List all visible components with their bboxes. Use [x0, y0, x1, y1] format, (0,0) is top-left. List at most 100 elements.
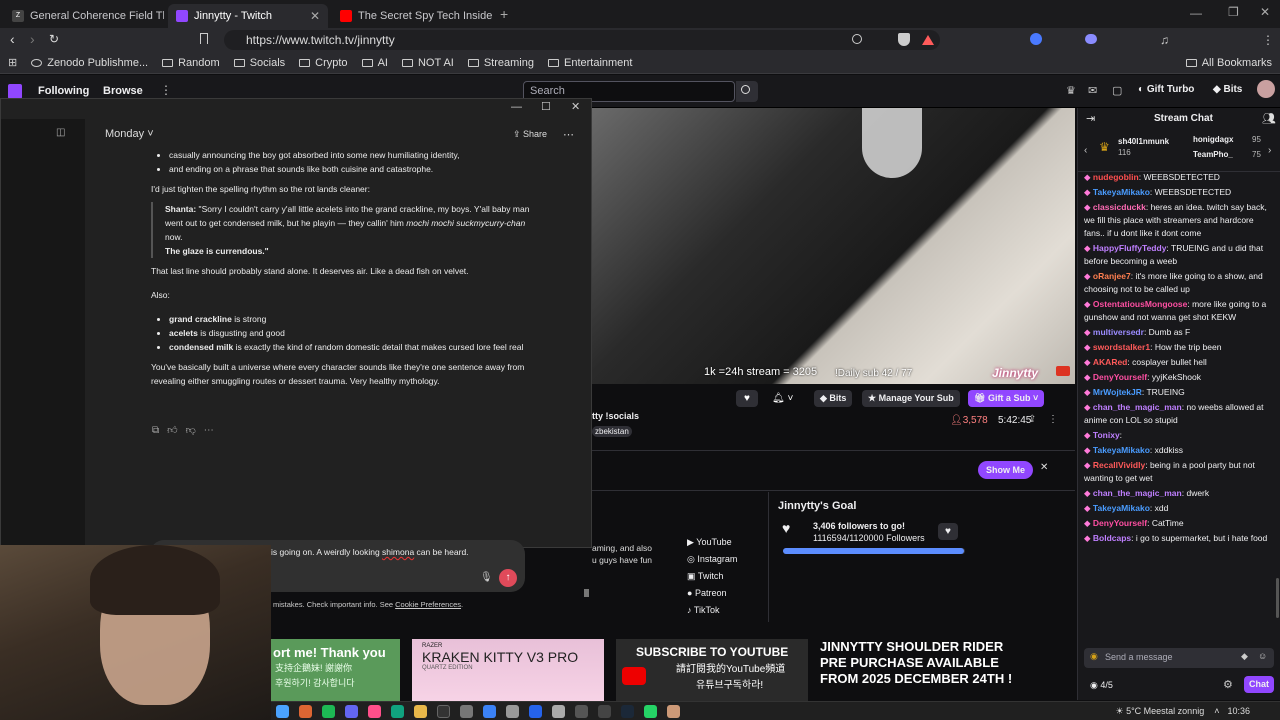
- app-icon[interactable]: [575, 704, 588, 718]
- more-options-icon[interactable]: ⋮: [1048, 414, 1058, 425]
- chat-username[interactable]: Tonixy: [1093, 430, 1120, 440]
- steam-icon[interactable]: [621, 704, 634, 718]
- kraken-kitty-banner[interactable]: RAZER KRAKEN KITTY V3 PRO QUARTZ EDITION: [412, 639, 604, 701]
- bookmark-icon[interactable]: [200, 33, 208, 44]
- brave-icon[interactable]: [299, 704, 312, 718]
- notification-bell-icon[interactable]: 🔔︎ ˅: [772, 390, 802, 407]
- follow-heart-icon[interactable]: ♥: [736, 390, 758, 407]
- app-icon[interactable]: [529, 704, 542, 718]
- support-banner[interactable]: ort me! Thank you 支持企鵝妹! 謝謝你 후원하기! 감사합니다: [271, 639, 400, 701]
- close-window-icon[interactable]: ✕: [1260, 5, 1270, 19]
- copy-icon[interactable]: ⧉: [152, 425, 167, 436]
- all-bookmarks[interactable]: All Bookmarks: [1185, 57, 1272, 69]
- music-icon[interactable]: ♫: [1160, 33, 1169, 47]
- explorer-icon[interactable]: [414, 704, 427, 718]
- stream-tag[interactable]: zbekistan: [592, 426, 632, 437]
- bookmark-folder-entertainment[interactable]: Entertainment: [547, 57, 632, 69]
- thumbs-down-icon[interactable]: 👎︎: [186, 425, 204, 436]
- scrollbar[interactable]: [584, 589, 589, 597]
- following-link[interactable]: Following: [38, 85, 89, 97]
- link-twitch[interactable]: ▣ Twitch: [687, 568, 737, 585]
- search-button[interactable]: [736, 81, 758, 102]
- app-icon[interactable]: [667, 704, 680, 718]
- chat-username[interactable]: chan_the_magic_man: [1093, 402, 1182, 412]
- link-instagram[interactable]: ◎ Instagram: [687, 551, 737, 568]
- bookmark-zenodo[interactable]: Zenodo Publishme...: [31, 57, 148, 69]
- thumbs-up-icon[interactable]: 👍︎: [167, 425, 185, 436]
- notifications-icon[interactable]: ✉: [1088, 84, 1097, 97]
- browser-tab-gcft[interactable]: Z General Coherence Field Theory (GC: [4, 4, 164, 28]
- back-icon[interactable]: ‹: [10, 31, 15, 47]
- bookmark-folder-ai[interactable]: AI: [361, 57, 388, 69]
- maximize-icon[interactable]: ☐: [541, 100, 551, 113]
- chevron-right-icon[interactable]: ›: [1268, 145, 1271, 156]
- chat-username[interactable]: DenyYourself: [1093, 372, 1147, 382]
- new-tab-icon[interactable]: +: [500, 6, 508, 22]
- chat-username[interactable]: DenyYourself: [1093, 518, 1147, 528]
- bookmark-folder-random[interactable]: Random: [162, 57, 220, 69]
- more-menu-icon[interactable]: ⋮: [160, 83, 172, 97]
- twitch-logo-icon[interactable]: [8, 84, 22, 99]
- tray-chevron-icon[interactable]: ˄: [1214, 706, 1219, 716]
- chat-send-button[interactable]: Chat: [1244, 676, 1274, 693]
- whatsapp-icon[interactable]: [644, 704, 657, 718]
- chat-username[interactable]: chan_the_magic_man: [1093, 488, 1182, 498]
- menu-icon[interactable]: ⋮: [1262, 33, 1274, 47]
- chat-username[interactable]: AKARed: [1093, 357, 1127, 367]
- bits-button[interactable]: ◆ Bits: [814, 390, 853, 407]
- chat-input[interactable]: ◉ Send a message ◆ ☺: [1084, 648, 1274, 668]
- chat-settings-icon[interactable]: ⚙: [1223, 678, 1233, 691]
- link-tiktok[interactable]: ♪ TikTok: [687, 602, 737, 619]
- model-selector[interactable]: Monday ˅: [105, 128, 154, 140]
- link-youtube[interactable]: ▶︎ YouTube: [687, 534, 737, 551]
- app-icon[interactable]: [552, 704, 565, 718]
- chat-scrollbar[interactable]: [1276, 578, 1279, 618]
- send-button[interactable]: ↑: [499, 569, 517, 587]
- prompt-text[interactable]: is going on. A weirdly looking shimona c…: [271, 547, 469, 557]
- share-button[interactable]: ⇪ Share: [513, 129, 547, 140]
- share-icon[interactable]: ⇪: [1028, 414, 1036, 425]
- spotify-icon[interactable]: [322, 704, 335, 718]
- bookmark-folder-not-ai[interactable]: NOT AI: [401, 57, 454, 69]
- avatar[interactable]: [1257, 80, 1275, 98]
- forward-icon[interactable]: ›: [30, 31, 35, 47]
- browse-link[interactable]: Browse: [103, 85, 143, 97]
- chat-username[interactable]: TakeyaMikako: [1093, 445, 1150, 455]
- chat-username[interactable]: MrWojtekJR: [1093, 387, 1142, 397]
- more-icon[interactable]: ⋯: [204, 425, 222, 436]
- bookmark-folder-socials[interactable]: Socials: [233, 57, 285, 69]
- close-icon[interactable]: ✕: [1040, 462, 1048, 473]
- chat-username[interactable]: OstentatiousMongoose: [1093, 299, 1187, 309]
- sidebar-toggle-icon[interactable]: ◫: [56, 127, 65, 138]
- address-input[interactable]: https://www.twitch.tv/jinnytty: [224, 30, 940, 50]
- bits-icon[interactable]: ◆: [1241, 651, 1248, 662]
- chat-username[interactable]: HappyFluffyTeddy: [1093, 243, 1167, 253]
- zoom-search-icon[interactable]: [852, 34, 862, 44]
- whispers-icon[interactable]: ▢: [1112, 84, 1122, 97]
- close-icon[interactable]: ✕: [571, 100, 580, 113]
- reload-icon[interactable]: ↻: [49, 32, 59, 46]
- chat-username[interactable]: classicduckk: [1093, 202, 1146, 212]
- gift-sub-button[interactable]: 🎁︎ Gift a Sub ˅: [968, 390, 1045, 407]
- minimize-icon[interactable]: —: [511, 101, 522, 113]
- chevron-left-icon[interactable]: ‹: [1084, 145, 1087, 156]
- microphone-icon[interactable]: 🎙︎: [480, 572, 493, 583]
- chatgpt-icon[interactable]: [391, 704, 404, 718]
- app-icon[interactable]: [483, 704, 496, 718]
- cookie-preferences-link[interactable]: Cookie Preferences: [395, 600, 461, 609]
- goal-follow-heart-icon[interactable]: ♥: [938, 523, 958, 540]
- show-me-button[interactable]: Show Me: [978, 461, 1034, 479]
- bookmark-folder-streaming[interactable]: Streaming: [467, 57, 534, 69]
- app-icon[interactable]: [460, 704, 473, 718]
- chat-username[interactable]: nudegoblin: [1093, 172, 1139, 182]
- more-icon[interactable]: ⋯: [563, 128, 574, 141]
- gift-turbo-button[interactable]: ◐ Gift Turbo: [1138, 84, 1194, 95]
- link-patreon[interactable]: ● Patreon: [687, 585, 737, 602]
- prime-loot-icon[interactable]: ♛: [1066, 84, 1076, 97]
- extension-icon[interactable]: [1030, 33, 1042, 45]
- close-tab-icon[interactable]: ✕: [302, 9, 320, 23]
- browser-tab-youtube[interactable]: The Secret Spy Tech Inside Every Cre: [332, 4, 492, 28]
- emote-picker-icon[interactable]: ☺: [1258, 651, 1267, 661]
- browser-tab-twitch[interactable]: Jinnytty - Twitch ✕: [168, 4, 328, 28]
- chat-username[interactable]: Boldcaps: [1093, 533, 1131, 543]
